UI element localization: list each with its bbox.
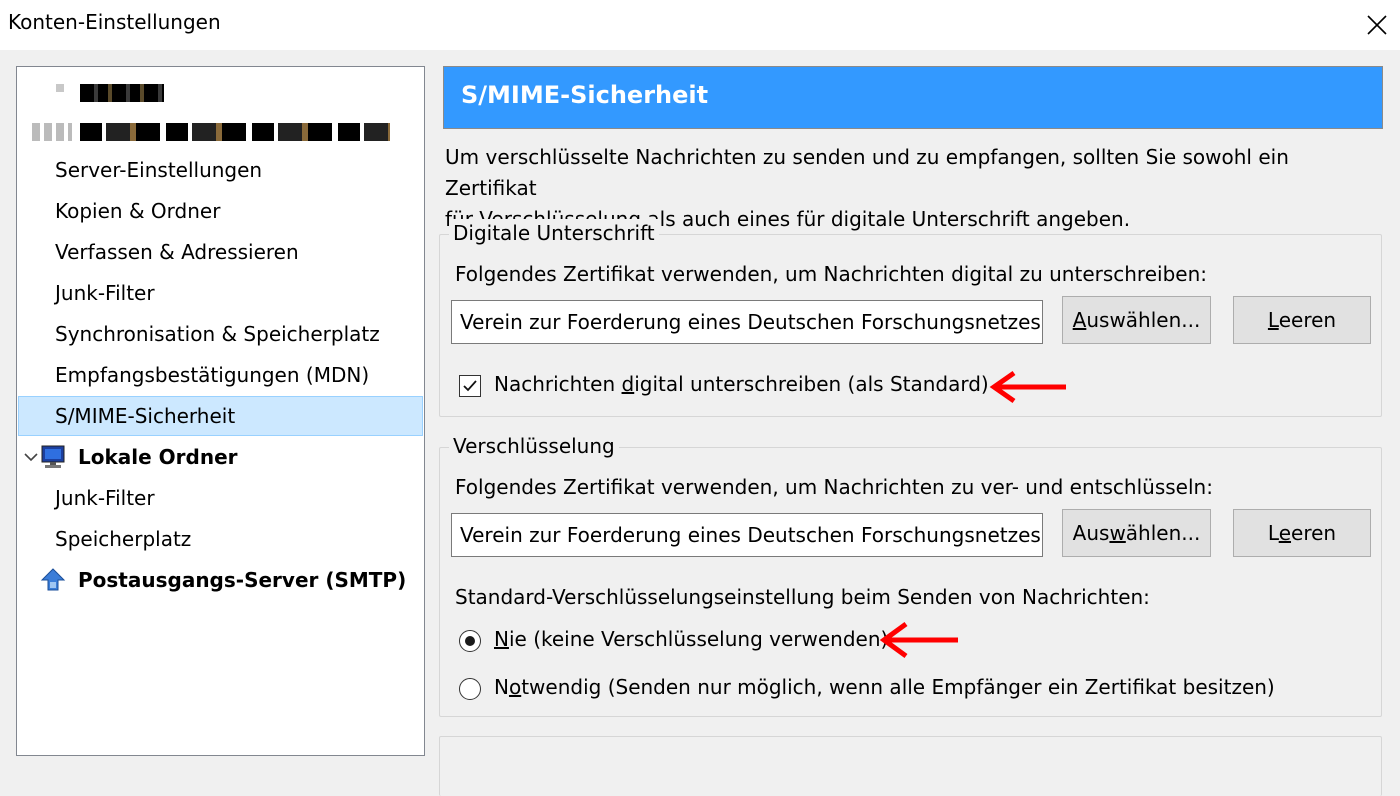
signing-legend: Digitale Unterschrift <box>449 219 659 247</box>
tree-item-smtp[interactable]: Postausgangs-Server (SMTP) <box>18 560 423 600</box>
signing-select-button[interactable]: Auswählen... <box>1062 296 1211 344</box>
encryption-default-label: Standard-Verschlüsselungseinstellung bei… <box>455 585 1150 609</box>
tree-item-label: Synchronisation & Speicherplatz <box>55 322 380 346</box>
encryption-description: Folgendes Zertifikat verwenden, um Nachr… <box>455 475 1213 499</box>
accesskey: e <box>1278 521 1292 545</box>
radio-never-label[interactable]: Nie (keine Verschlüsselung verwenden) <box>494 627 888 651</box>
accesskey: L <box>1267 308 1279 332</box>
tree-item-label: S/MIME-Sicherheit <box>55 404 236 428</box>
account-tree[interactable]: Server-Einstellungen Kopien & Ordner Ver… <box>16 66 425 756</box>
computer-icon <box>41 445 65 468</box>
tree-item-composition[interactable]: Verfassen & Adressieren <box>18 232 423 272</box>
tree-item-sync-storage[interactable]: Synchronisation & Speicherplatz <box>18 314 423 354</box>
redacted-account-name <box>80 84 164 102</box>
chevron-down-icon[interactable] <box>22 448 40 466</box>
close-button[interactable] <box>1356 4 1396 44</box>
signing-description: Folgendes Zertifikat verwenden, um Nachr… <box>455 262 1207 286</box>
radio-required-encrypt[interactable] <box>459 678 481 700</box>
window-title: Konten-Einstellungen <box>8 10 221 34</box>
encryption-group: Verschlüsselung Folgendes Zertifikat ver… <box>439 432 1382 717</box>
red-arrow-annotation <box>879 621 958 659</box>
radio-required-label[interactable]: Notwendig (Senden nur möglich, wenn alle… <box>494 675 1275 699</box>
panel-header: S/MIME-Sicherheit <box>443 66 1383 129</box>
accesskey: w <box>1109 521 1126 545</box>
accesskey: A <box>1072 308 1087 332</box>
tree-item-junk-filter[interactable]: Junk-Filter <box>18 273 423 313</box>
tree-item-local-storage[interactable]: Speicherplatz <box>18 519 423 559</box>
tree-item-label: Empfangsbestätigungen (MDN) <box>55 363 370 387</box>
tree-item-receipts[interactable]: Empfangsbestätigungen (MDN) <box>18 355 423 395</box>
sign-by-default-checkbox[interactable] <box>459 375 481 397</box>
tree-item-copies-folders[interactable]: Kopien & Ordner <box>18 191 423 231</box>
tree-row-account-redacted[interactable] <box>18 73 423 113</box>
signing-certificate-field[interactable]: Verein zur Foerderung eines Deutschen Fo… <box>451 300 1043 344</box>
tree-item-label: Lokale Ordner <box>78 445 238 469</box>
tree-item-local-junk[interactable]: Junk-Filter <box>18 478 423 518</box>
signing-clear-button[interactable]: Leeren <box>1233 296 1371 344</box>
smime-panel: S/MIME-Sicherheit Um verschlüsselte Nach… <box>439 66 1383 796</box>
encryption-select-button[interactable]: Auswählen... <box>1062 509 1211 557</box>
close-icon <box>1367 15 1387 35</box>
tree-item-label: Junk-Filter <box>55 486 155 510</box>
encryption-certificate-field[interactable]: Verein zur Foerderung eines Deutschen Fo… <box>451 513 1043 557</box>
redacted-account-name <box>56 84 64 92</box>
redacted-account-email <box>32 123 72 141</box>
radio-selected-dot <box>465 636 475 646</box>
outgoing-server-icon <box>40 568 66 591</box>
title-bar: Konten-Einstellungen <box>0 0 1400 50</box>
next-group-cutoff <box>439 736 1382 796</box>
tree-row-account-redacted-2[interactable] <box>18 112 423 152</box>
encryption-legend: Verschlüsselung <box>449 432 619 460</box>
tree-item-smime-security[interactable]: S/MIME-Sicherheit <box>18 396 423 436</box>
tree-item-label: Kopien & Ordner <box>55 199 221 223</box>
tree-item-label: Junk-Filter <box>55 281 155 305</box>
red-arrow-annotation <box>989 370 1066 404</box>
tree-item-label: Server-Einstellungen <box>55 158 263 182</box>
encryption-clear-button[interactable]: Leeren <box>1233 509 1371 557</box>
tree-item-label: Verfassen & Adressieren <box>55 240 299 264</box>
signing-group: Digitale Unterschrift Folgendes Zertifik… <box>439 219 1382 417</box>
redacted-account-email <box>80 123 390 141</box>
sign-by-default-label[interactable]: Nachrichten digital unterschreiben (als … <box>494 372 989 396</box>
tree-item-server-settings[interactable]: Server-Einstellungen <box>18 150 423 190</box>
intro-line-1: Um verschlüsselte Nachrichten zu senden … <box>445 145 1289 200</box>
tree-item-local-folders[interactable]: Lokale Ordner <box>18 437 423 477</box>
page-title: S/MIME-Sicherheit <box>461 81 709 109</box>
radio-never-encrypt[interactable] <box>459 630 481 652</box>
tree-item-label: Postausgangs-Server (SMTP) <box>78 568 407 592</box>
tree-item-label: Speicherplatz <box>55 527 192 551</box>
checkmark-icon <box>463 380 477 392</box>
